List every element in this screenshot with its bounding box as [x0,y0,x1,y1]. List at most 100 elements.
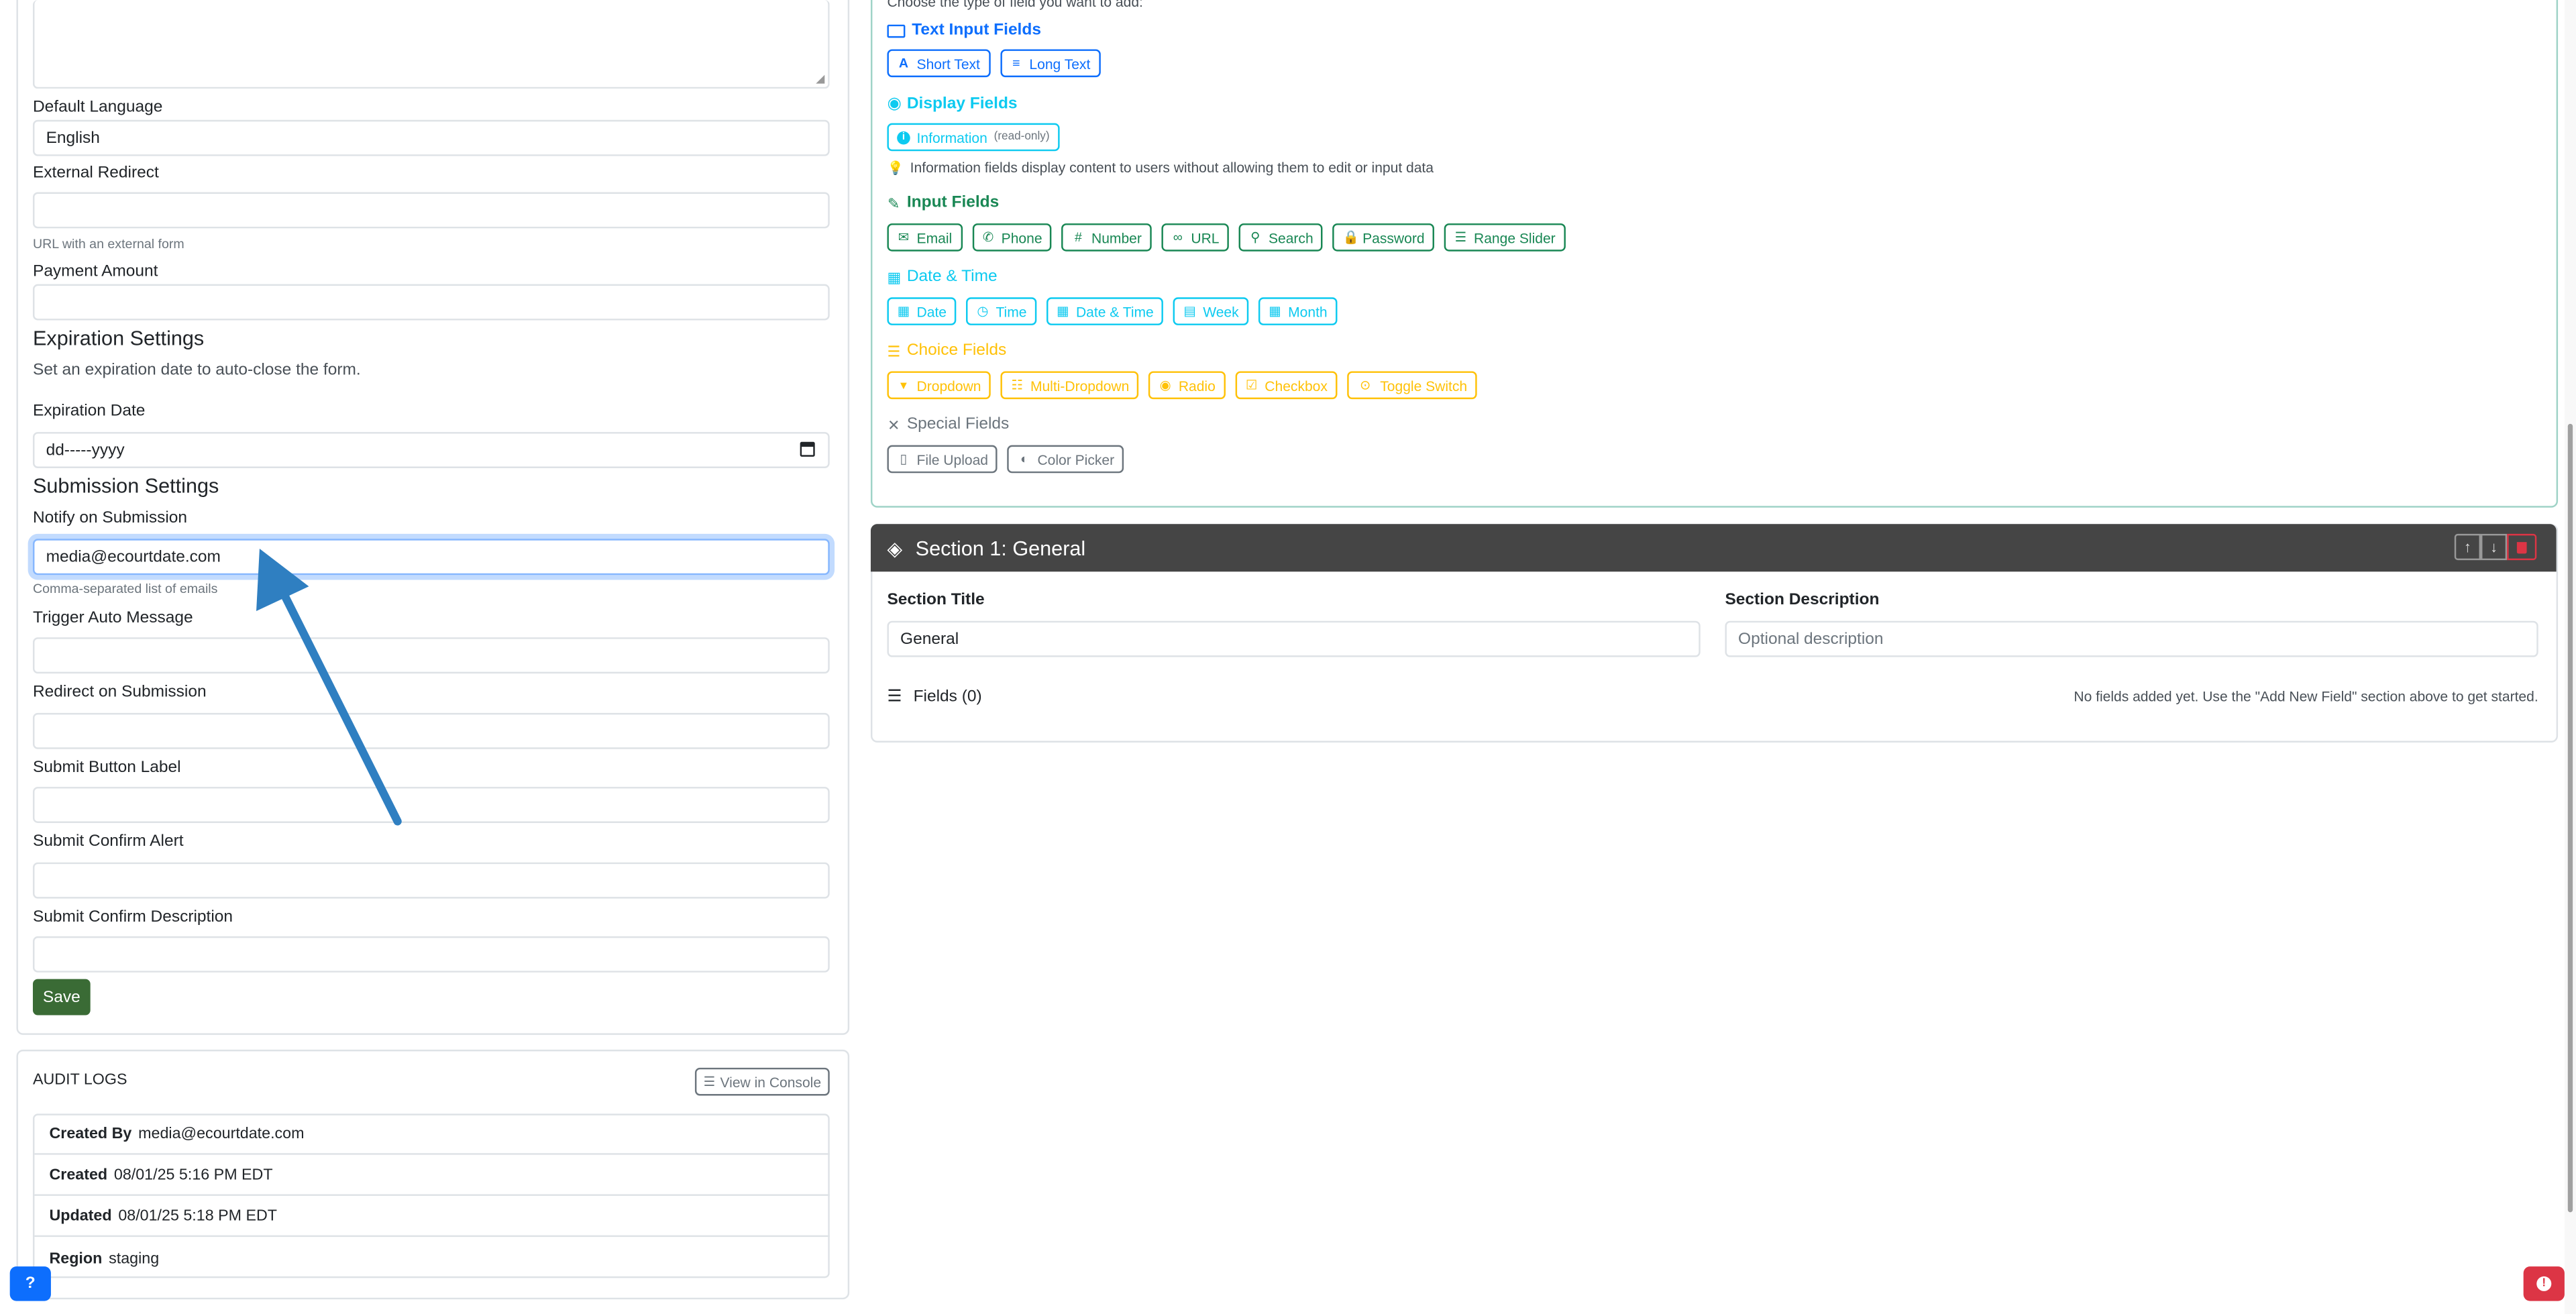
search-icon: ⚲ [1250,229,1260,244]
expiration-date-value: dd-----yyyy [46,441,125,459]
lock-icon: 🔒 [1342,229,1360,244]
help-chat-button[interactable]: ? [9,1266,51,1301]
move-up-button[interactable]: ↑ [2454,533,2481,561]
date-time-button[interactable]: ▦ Date & Time [1046,297,1164,325]
calendar-icon: ▦ [897,303,910,318]
description-textarea[interactable]: ◢ [32,0,830,89]
expiration-date-input[interactable]: dd-----yyyy [32,432,830,468]
check-square-icon: ☑ [1245,377,1258,392]
list-icon: ☰ [887,688,902,707]
audit-key: Region [49,1249,103,1268]
list-icon: ☰ [703,1074,716,1089]
save-button[interactable]: Save [32,979,91,1016]
no-fields-message: No fields added yet. Use the "Add New Fi… [2074,688,2538,705]
number-button[interactable]: # Number [1061,223,1152,252]
external-redirect-help: URL with an external form [32,236,184,252]
display-fields-hint: 💡 Information fields display content to … [887,159,1434,176]
dot-circle-icon: ◉ [1159,377,1171,392]
section-title-label: Section Title [887,591,985,610]
keyboard-icon [887,23,906,38]
hashtag-icon: # [1074,229,1082,244]
audit-key: Created [49,1166,108,1185]
page-scrollbar[interactable] [2564,0,2576,1314]
trigger-auto-message-input[interactable] [32,637,830,674]
dropdown-button[interactable]: ▾ Dropdown [887,371,991,400]
redirect-on-submission-input[interactable] [32,712,830,749]
calendar-icon[interactable] [800,441,815,457]
expiration-date-label: Expiration Date [32,402,146,421]
error-report-button[interactable]: ! [2523,1266,2565,1301]
section-description-placeholder: Optional description [1738,630,1884,649]
time-button[interactable]: ◷ Time [966,297,1037,325]
external-redirect-input[interactable] [32,192,830,229]
fields-count: ☰ Fields (0) [887,688,981,706]
move-down-button[interactable]: ↓ [2480,533,2508,561]
checkbox-button[interactable]: ☑ Checkbox [1235,371,1338,400]
audit-value: staging [109,1249,160,1268]
audit-row-created: Created 08/01/25 5:16 PM EDT [34,1156,830,1196]
notify-on-submission-label: Notify on Submission [32,509,188,528]
special-fields-row: ▯ File Upload ◐ Color Picker [887,445,1124,474]
choice-fields-title: ☰ Choice Fields [887,341,1007,360]
date-time-title: ▦ Date & Time [887,268,998,286]
file-upload-button[interactable]: ▯ File Upload [887,445,998,474]
display-fields-title: ◉ Display Fields [887,94,1018,113]
section-header-title: Section 1: General [915,536,1086,559]
submit-confirm-description-input[interactable] [32,936,830,973]
radio-button[interactable]: ◉ Radio [1148,371,1226,400]
list-icon: ☰ [887,342,901,360]
expiration-settings-heading: Expiration Settings [32,327,205,350]
month-button[interactable]: ▦ Month [1258,297,1338,325]
delete-section-button[interactable] [2507,533,2537,561]
eye-icon: ◉ [887,94,902,113]
submit-confirm-alert-input[interactable] [32,862,830,899]
multi-dropdown-button[interactable]: ☷ Multi-Dropdown [1000,371,1140,400]
audit-value: 08/01/25 5:18 PM EDT [118,1207,278,1225]
scrollbar-thumb[interactable] [2567,423,2573,1213]
information-button[interactable]: i Information (read-only) [887,123,1060,152]
edit-icon: ✎ [887,195,900,211]
view-in-console-button[interactable]: ☰ View in Console [694,1067,830,1096]
calendar-alt-icon: ▦ [1057,303,1069,318]
color-picker-button[interactable]: ◐ Color Picker [1008,445,1124,474]
choice-fields-row: ▾ Dropdown ☷ Multi-Dropdown ◉ Radio ☑ Checkb… [887,371,1477,400]
url-button[interactable]: ∞ URL [1161,223,1230,252]
align-left-icon: ≡ [1012,55,1020,70]
resize-grip-icon: ◢ [816,74,825,86]
password-button[interactable]: 🔒 Password [1333,223,1435,252]
toggle-switch-button[interactable]: ⊙ Toggle Switch [1347,371,1477,400]
lightbulb-icon: 💡 [887,160,904,175]
link-icon: ∞ [1173,229,1183,244]
redirect-on-submission-label: Redirect on Submission [32,683,207,702]
caret-down-icon: ▾ [900,377,907,392]
submit-confirm-description-label: Submit Confirm Description [32,908,233,927]
submit-button-label-input[interactable] [32,787,830,823]
date-button[interactable]: ▦ Date [887,297,957,325]
range-slider-button[interactable]: ☰ Range Slider [1444,223,1566,252]
week-button[interactable]: ▤ Week [1173,297,1249,325]
audit-key: Updated [49,1207,112,1225]
layers-icon: ◈ [887,536,903,559]
fields-count-label: Fields (0) [913,688,982,707]
file-icon: ▯ [900,451,908,466]
payment-amount-input[interactable] [32,284,830,321]
audit-logs-title: AUDIT LOGS [32,1071,127,1089]
section-title-input[interactable]: General [887,620,1701,657]
notify-on-submission-input[interactable]: media@ecourtdate.com [32,539,830,576]
section-header: ◈ Section 1: General [870,524,2557,572]
calendar-icon: ▦ [887,268,902,285]
search-button[interactable]: ⚲ Search [1238,223,1324,252]
audit-row-region: Region staging [34,1239,829,1278]
email-button[interactable]: ✉ Email [887,223,962,252]
default-language-label: Default Language [32,98,163,117]
short-text-button[interactable]: A Short Text [887,49,990,78]
default-language-select[interactable]: English [32,119,830,156]
add-new-field-card [870,0,2559,508]
submission-settings-heading: Submission Settings [32,474,219,498]
section-description-input[interactable]: Optional description [1725,620,2538,657]
audit-key: Created By [49,1125,132,1144]
phone-button[interactable]: ✆ Phone [971,223,1053,252]
input-fields-row: ✉ Email ✆ Phone # Number ∞ URL ⚲ Search 🔒 Pass… [887,223,1566,252]
long-text-button[interactable]: ≡ Long Text [1000,49,1101,78]
text-input-fields-title: Text Input Fields [887,21,1041,40]
